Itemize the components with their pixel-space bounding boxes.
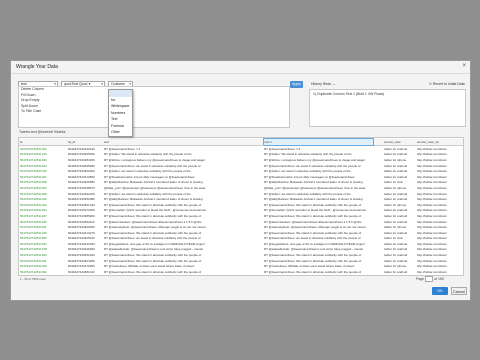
table-cell: RT @tweetmacs1frees: We stand in absolut… [264, 269, 362, 274]
table-cell: twitter for android [383, 275, 416, 276]
table-cell: RT @the Living in the Same is to the bus… [263, 275, 373, 276]
history-box: 1) Duplicate Column Text 1 (Built 1 VW R… [309, 89, 466, 127]
transform-list: Delete Column Fill Down Drop Empty Split… [18, 86, 290, 128]
dropdown-item[interactable]: Other [109, 129, 132, 136]
pager: Page of 150 [416, 276, 444, 282]
column-header[interactable]: source_view_1a [416, 138, 463, 146]
rows-info: 1 - 50 of 7500 rows [20, 277, 46, 281]
table-cell: @blast_purrr @tweetmacs @tweetmac @tweet… [264, 185, 366, 190]
table-body: 5047643742541302 6040447443232430 RT @twee… [19, 146, 463, 276]
column-header[interactable]: id [19, 138, 67, 146]
preview-table: id tw_id text text 1 source_view source_… [19, 138, 463, 276]
table-cell: RT @tweetmacs1frees: We stand in absolut… [264, 253, 362, 258]
table-cell [225, 275, 263, 276]
column-header[interactable]: tw_id [67, 138, 103, 146]
transform-list-item[interactable]: To Title Case [19, 109, 289, 115]
preview-label: Tweets.text @tweetcit 9/tabbe [19, 130, 66, 134]
pager-of: of 150 [434, 276, 444, 281]
table-cell: 6040447443492230 [67, 275, 103, 276]
dialog-title: Wrangle Your Data [16, 64, 58, 70]
revert-button[interactable]: ↻ Revert to Initial Data [429, 82, 465, 86]
dropdown-item[interactable]: Whitespace [109, 103, 132, 110]
table-cell: RT @fofiniu: contagious babens my @tweet… [264, 157, 365, 162]
table-cell: RT @alamcstanken: @tweetmacs1frees #twee… [264, 219, 362, 224]
wrangle-dialog: Wrangle Your Data × text ▾ quot;Text Quot… [10, 60, 471, 301]
preview-table-container[interactable]: id tw_id text text 1 source_view source_… [18, 137, 464, 276]
table-cell: RT @hmmaliah: Quick reminder to Read the… [264, 208, 366, 213]
table-cell: RT @the Living in the Same is to the bus… [103, 275, 225, 276]
table-header-row: id tw_id text text 1 source_view source_… [19, 138, 463, 146]
screen-background: Wrangle Your Data × text ▾ quot;Text Quot… [0, 0, 480, 360]
column-header-selected[interactable]: text 1 [262, 138, 374, 146]
dialog-titlebar: Wrangle Your Data × [11, 61, 470, 74]
cancel-button[interactable]: Cancel [451, 287, 467, 295]
table-cell: RT @tweetmacs1frees: we stand in absolut… [264, 236, 361, 241]
table-cell: RT @dailyf1ashes: Bokaaran Activist's mu… [264, 180, 363, 185]
column-header[interactable]: text [103, 138, 225, 146]
table-cell: RT @tweetmacs1frees: We stand in absolut… [264, 230, 362, 235]
page-input[interactable] [425, 276, 434, 282]
table-cell: RT @tweetmacs1frees: We stand in absolut… [264, 213, 362, 218]
column-header[interactable]: source_view [383, 138, 416, 146]
table-cell: RT @salmacjdoole: @tweetmacs1frees: Mana… [264, 225, 366, 230]
table-cell: RT @angelaharris: wire gap at 30 no inte… [264, 241, 365, 246]
pager-label: Page [416, 276, 425, 281]
table-cell: 5047643742541311 [19, 275, 67, 276]
table-cell: RT @dailyf1ashes: Bokaaran Activist's mu… [264, 197, 363, 202]
history-label: History Redo ↔ [311, 82, 336, 86]
apply-button[interactable]: Apply [290, 81, 303, 88]
table-cell: RT @tweetmacs1frees: We stand in absolut… [264, 258, 362, 263]
history-entry[interactable]: 1) Duplicate Column Text 1 (Built 1 VW R… [310, 90, 465, 98]
table-cell: RT @tweetmacs1frees: We stand in absolut… [264, 202, 362, 207]
type-dropdown-menu: No Whitespace Numbers Text Formula Other [108, 89, 133, 137]
column-header[interactable] [373, 138, 383, 146]
table-row[interactable]: 50476437425413116040447443492230RT @the … [19, 275, 463, 276]
ok-button[interactable]: OK [432, 287, 448, 295]
table-cell [373, 275, 383, 276]
column-header[interactable] [225, 138, 263, 146]
table-cell: RT @tweetmacs1frees: we stand in absolut… [264, 163, 361, 168]
close-icon[interactable]: × [462, 63, 466, 69]
table-cell: RT @saleadsvistar: @tweetmacs1frees's Le… [264, 247, 363, 252]
